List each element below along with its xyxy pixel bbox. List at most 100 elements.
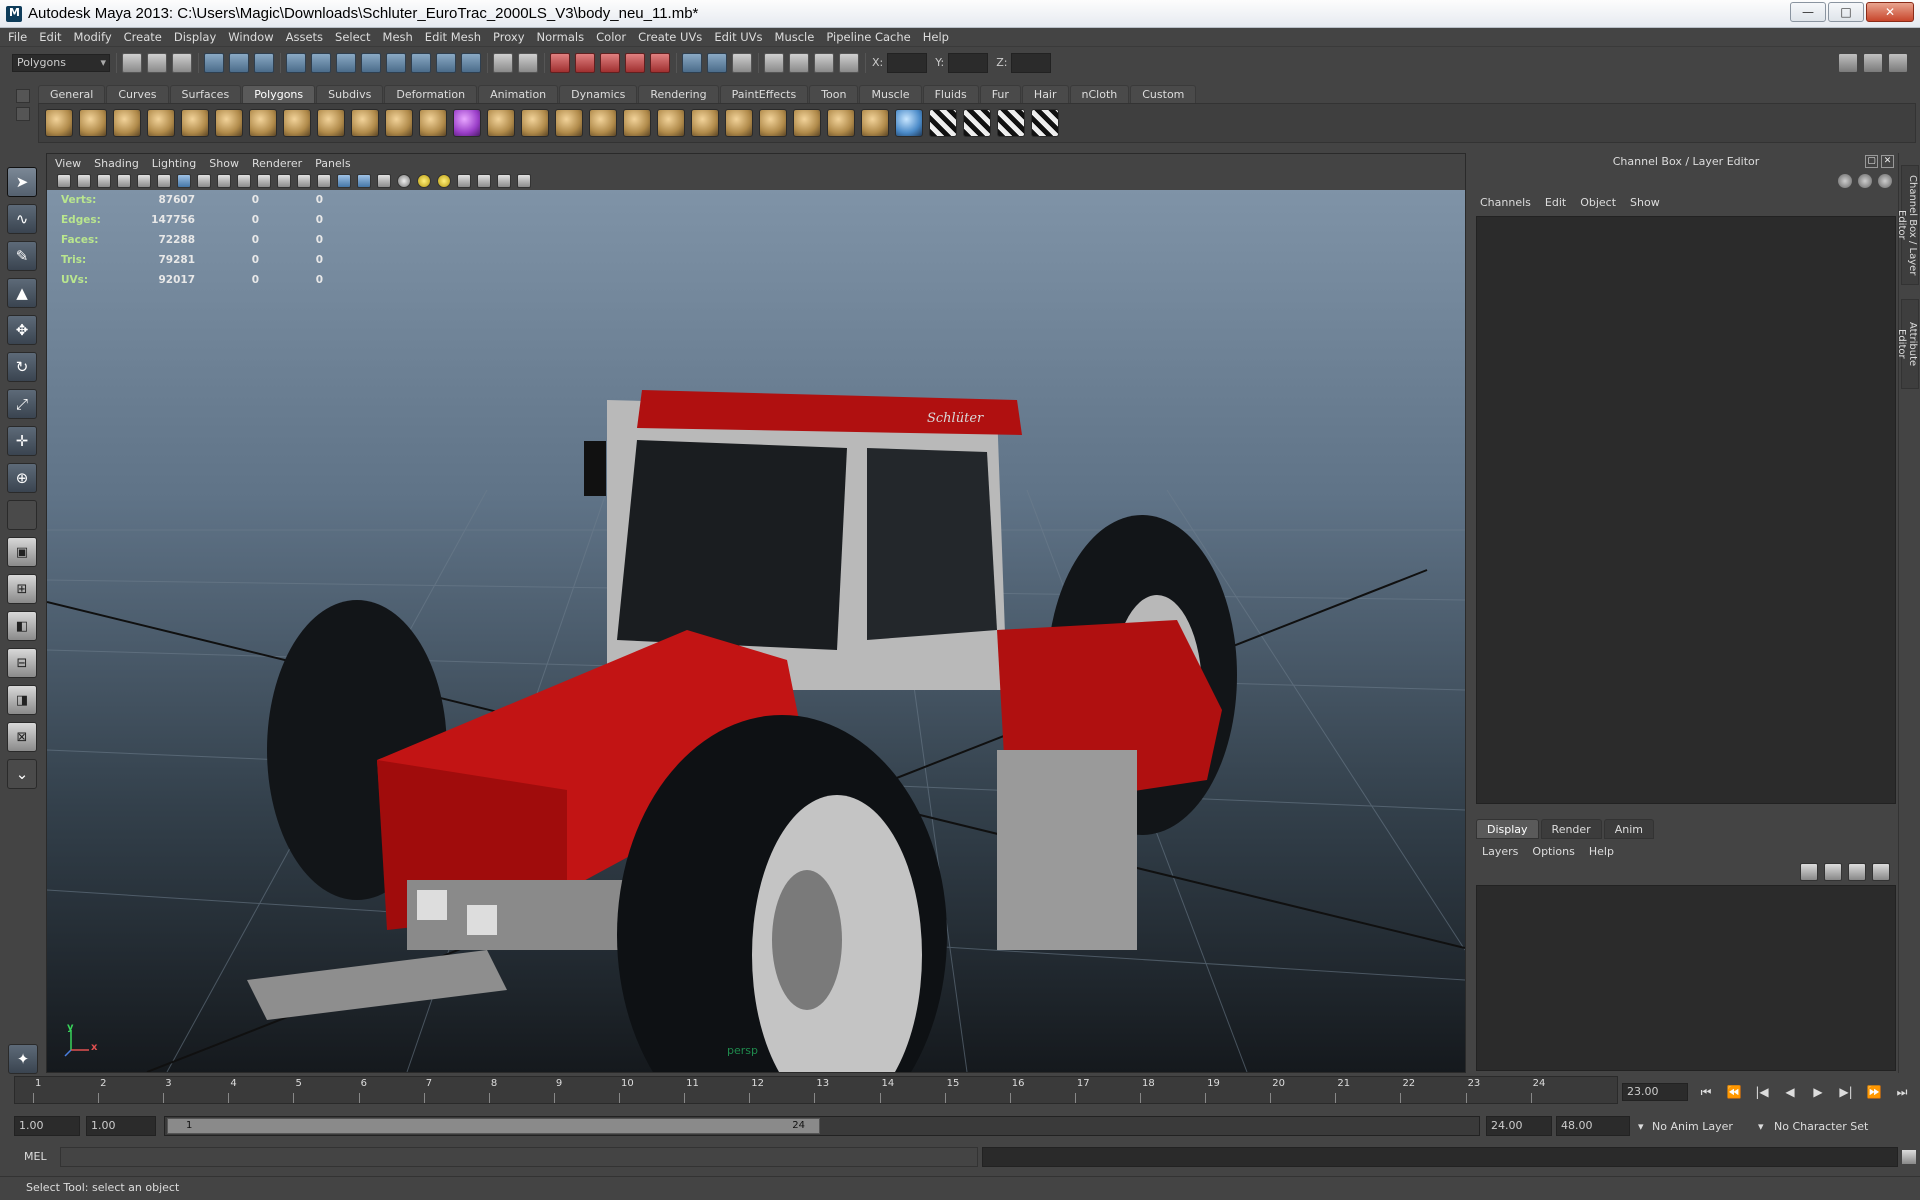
- tab-anim[interactable]: Anim: [1603, 819, 1654, 839]
- shelf-tab-custom[interactable]: Custom: [1130, 85, 1197, 103]
- menu-edit[interactable]: Edit: [39, 30, 61, 44]
- select-object-icon[interactable]: [229, 52, 249, 73]
- maya-app-icon[interactable]: [6, 5, 22, 22]
- character-set-dropdown-arrow[interactable]: ▾: [1758, 1120, 1764, 1133]
- play-forwards-button[interactable]: ▶: [1806, 1083, 1830, 1101]
- shelf-tab-deformation[interactable]: Deformation: [384, 85, 478, 103]
- isolate-select-icon[interactable]: [457, 174, 471, 188]
- mirror-icon[interactable]: [589, 109, 617, 137]
- poly-soccer-ball-icon[interactable]: [385, 109, 413, 137]
- menu-edit-mesh[interactable]: Edit Mesh: [425, 30, 481, 44]
- render-frame-icon[interactable]: [789, 52, 809, 73]
- grid-icon[interactable]: [177, 174, 191, 188]
- mel-python-toggle[interactable]: MEL: [24, 1150, 47, 1163]
- menu-select[interactable]: Select: [335, 30, 370, 44]
- menu-help[interactable]: Help: [923, 30, 949, 44]
- menu-create[interactable]: Create: [124, 30, 162, 44]
- frame-all-icon[interactable]: [477, 174, 491, 188]
- menu-muscle[interactable]: Muscle: [775, 30, 815, 44]
- channels-menu[interactable]: Channels: [1480, 196, 1531, 209]
- menu-set-select[interactable]: Polygons: [12, 53, 110, 72]
- snap-view-plane-icon[interactable]: [625, 52, 645, 73]
- move-tool-icon[interactable]: ✥: [7, 315, 37, 345]
- poly-platonic-icon[interactable]: [419, 109, 447, 137]
- go-to-end-button[interactable]: ⏭: [1890, 1083, 1914, 1101]
- range-slider[interactable]: 1 24: [164, 1116, 1480, 1136]
- resolution-gate-icon[interactable]: [217, 174, 231, 188]
- camera-attributes-icon[interactable]: [77, 174, 91, 188]
- menu-proxy[interactable]: Proxy: [493, 30, 525, 44]
- poly-pipe-icon[interactable]: [317, 109, 345, 137]
- poly-cube-icon[interactable]: [79, 109, 107, 137]
- shelf-tab-animation[interactable]: Animation: [478, 85, 559, 103]
- select-hierarchy-icon[interactable]: [204, 52, 224, 73]
- object-menu[interactable]: Object: [1580, 196, 1616, 209]
- playback-start-field[interactable]: 1.00: [86, 1116, 156, 1136]
- select-surfaces-icon[interactable]: [361, 52, 381, 73]
- poly-plane-icon[interactable]: [181, 109, 209, 137]
- hypershade-persp-layout-icon[interactable]: ◨: [7, 685, 37, 715]
- menu-modify[interactable]: Modify: [74, 30, 112, 44]
- menu-display[interactable]: Display: [174, 30, 216, 44]
- x-field[interactable]: [887, 52, 928, 73]
- new-empty-layer-icon[interactable]: [1848, 863, 1866, 881]
- layout-menu-icon[interactable]: ⌄: [7, 759, 37, 789]
- anim-layer-dropdown-arrow[interactable]: ▾: [1638, 1120, 1644, 1133]
- toggle-tool-settings-icon[interactable]: [1863, 53, 1883, 73]
- range-slider-handle[interactable]: 1 24: [167, 1118, 820, 1134]
- wireframe-on-shaded-icon[interactable]: [357, 174, 371, 188]
- poly-torus-icon[interactable]: [215, 109, 243, 137]
- poly-boolean-icon[interactable]: [555, 109, 583, 137]
- help-menu[interactable]: Help: [1589, 845, 1614, 858]
- poly-prism-icon[interactable]: [249, 109, 277, 137]
- menu-create-uvs[interactable]: Create UVs: [638, 30, 702, 44]
- uv-texture-editor-icon[interactable]: [1031, 109, 1059, 137]
- layer-editor-toggle-icon[interactable]: [1858, 174, 1872, 188]
- combine-icon[interactable]: [453, 109, 481, 137]
- shelf-menu-icon[interactable]: [16, 89, 30, 103]
- persp-graph-hypergraph-layout-icon[interactable]: ⊠: [7, 722, 37, 752]
- play-backwards-button[interactable]: ◀: [1778, 1083, 1802, 1101]
- shelf-tab-hair[interactable]: Hair: [1021, 85, 1069, 103]
- paint-effects-icon[interactable]: ✦: [8, 1044, 38, 1074]
- menu-file[interactable]: File: [8, 30, 27, 44]
- show-manipulator-icon[interactable]: ⊕: [7, 463, 37, 493]
- tab-render[interactable]: Render: [1540, 819, 1602, 839]
- move-layer-down-icon[interactable]: [1824, 863, 1842, 881]
- y-field[interactable]: [948, 52, 989, 73]
- script-editor-icon[interactable]: [1902, 1150, 1916, 1164]
- poly-sphere-icon[interactable]: [45, 109, 73, 137]
- soft-mod-tool-icon[interactable]: ▲: [7, 278, 37, 308]
- viewport-menu-show[interactable]: Show: [209, 157, 239, 170]
- split-polygon-icon[interactable]: [691, 109, 719, 137]
- shelf-tab-painteffects[interactable]: PaintEffects: [719, 85, 809, 103]
- shelf-tab-toon[interactable]: Toon: [809, 85, 859, 103]
- new-scene-icon[interactable]: [122, 52, 142, 73]
- command-input[interactable]: [60, 1147, 978, 1167]
- shelf-tab-rendering[interactable]: Rendering: [638, 85, 719, 103]
- menu-color[interactable]: Color: [596, 30, 626, 44]
- rotate-tool-icon[interactable]: ↻: [7, 352, 37, 382]
- poly-pyramid-icon[interactable]: [283, 109, 311, 137]
- safe-title-icon[interactable]: [297, 174, 311, 188]
- render-settings-icon[interactable]: [839, 52, 859, 73]
- animation-end-field[interactable]: 48.00: [1556, 1116, 1630, 1136]
- bevel-icon[interactable]: [861, 109, 889, 137]
- channel-box-toggle-icon[interactable]: [1838, 174, 1852, 188]
- layer-list[interactable]: [1476, 885, 1896, 1071]
- shelf-tab-surfaces[interactable]: Surfaces: [169, 85, 242, 103]
- menu-assets[interactable]: Assets: [286, 30, 323, 44]
- channel-list[interactable]: [1476, 216, 1896, 804]
- step-forward-frame-button[interactable]: ▶|: [1834, 1083, 1858, 1101]
- step-back-frame-button[interactable]: |◀: [1750, 1083, 1774, 1101]
- close-button[interactable]: ✕: [1866, 2, 1914, 22]
- both-panels-toggle-icon[interactable]: [1878, 174, 1892, 188]
- safe-action-icon[interactable]: [277, 174, 291, 188]
- append-polygon-icon[interactable]: [657, 109, 685, 137]
- menu-pipeline-cache[interactable]: Pipeline Cache: [826, 30, 910, 44]
- shelf-tab-fur[interactable]: Fur: [979, 85, 1021, 103]
- z-field[interactable]: [1011, 52, 1052, 73]
- shadows-icon[interactable]: [437, 174, 451, 188]
- universal-manipulator-icon[interactable]: ✛: [7, 426, 37, 456]
- scale-tool-icon[interactable]: ⤢: [7, 389, 37, 419]
